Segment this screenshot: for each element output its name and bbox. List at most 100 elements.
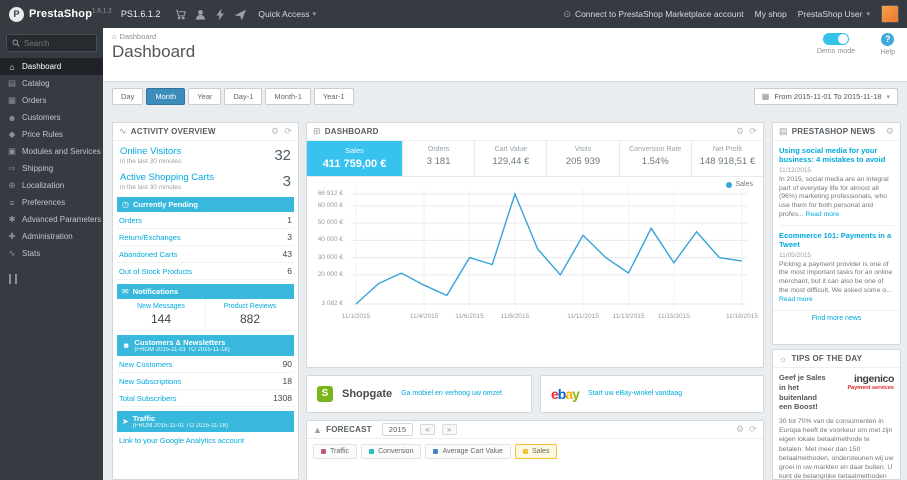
sidebar-item-modules-and-services[interactable]: ▣ Modules and Services bbox=[0, 143, 103, 160]
active-carts-link[interactable]: Active Shopping Carts bbox=[120, 172, 283, 183]
customer-icon[interactable] bbox=[190, 6, 210, 22]
news-article-date: 11/12/2015 bbox=[779, 166, 812, 174]
pending-value: 43 bbox=[282, 249, 292, 259]
marketplace-link[interactable]: ⊙ Connect to PrestaShop Marketplace acco… bbox=[563, 9, 743, 20]
pending-link-abandoned-carts[interactable]: Abandoned Carts bbox=[119, 250, 177, 259]
shop-name-link[interactable]: PS1.6.1.2 bbox=[121, 9, 161, 19]
bolt-icon[interactable] bbox=[210, 6, 230, 22]
sidebar-item-stats[interactable]: ∿ Stats bbox=[0, 245, 103, 262]
pending-link-orders[interactable]: Orders bbox=[119, 216, 142, 225]
gear-icon[interactable]: ⚙ bbox=[736, 126, 744, 137]
tips-content: Geef je Sales in het buitenland een Boos… bbox=[773, 368, 900, 479]
sidebar-item-localization[interactable]: ⊕ Localization bbox=[0, 177, 103, 194]
sidebar-item-dashboard[interactable]: ⌂ Dashboard bbox=[0, 58, 103, 75]
help-icon[interactable]: ? bbox=[881, 33, 895, 46]
forecast-tab-average-cart-value[interactable]: Average Cart Value bbox=[425, 444, 511, 459]
pending-link-out-of-stock-products[interactable]: Out of Stock Products bbox=[119, 267, 192, 276]
sidebar-item-price-rules[interactable]: ◆ Price Rules bbox=[0, 126, 103, 143]
legend-dot-icon bbox=[369, 449, 375, 454]
plane-icon[interactable] bbox=[230, 6, 250, 22]
demo-mode-toggle[interactable] bbox=[822, 33, 849, 45]
refresh-icon[interactable]: ⟳ bbox=[284, 126, 292, 137]
notification-product-reviews[interactable]: Product Reviews 882 bbox=[205, 299, 294, 330]
customers-link-new-subscriptions[interactable]: New Subscriptions bbox=[119, 377, 181, 386]
kpi-orders[interactable]: Orders 3 181 bbox=[403, 141, 476, 176]
sidebar-item-administration[interactable]: ✚ Administration bbox=[0, 228, 103, 245]
read-more-link[interactable]: Read more bbox=[779, 296, 813, 303]
quick-access-menu[interactable]: Quick Access ▾ bbox=[258, 9, 316, 19]
my-shop-link[interactable]: My shop bbox=[755, 9, 787, 19]
filter-month-1[interactable]: Month-1 bbox=[265, 88, 311, 105]
kpi-cart-value[interactable]: Cart Value 129,44 € bbox=[475, 141, 548, 176]
sidebar-item-advanced-parameters[interactable]: ✱ Advanced Parameters bbox=[0, 211, 103, 228]
pending-link-return-exchanges[interactable]: Return/Exchanges bbox=[119, 233, 181, 242]
sidebar-collapse-toggle[interactable] bbox=[9, 274, 17, 284]
demo-mode-label: Demo mode bbox=[816, 48, 855, 55]
y-axis-label: 3 082 € bbox=[321, 300, 343, 307]
online-visitors-link[interactable]: Online Visitors bbox=[120, 146, 274, 157]
sidebar-item-orders[interactable]: ▦ Orders bbox=[0, 92, 103, 109]
pending-row: Out of Stock Products 6 bbox=[117, 263, 294, 280]
user-menu[interactable]: PrestaShop User ▾ bbox=[798, 9, 870, 19]
brand-name: PrestaShop1.6.1.2 bbox=[29, 8, 112, 20]
news-article-title[interactable]: Ecommerce 101: Payments in a Tweet bbox=[779, 231, 894, 250]
find-more-news-link[interactable]: Find more news bbox=[812, 315, 862, 322]
shopgate-promo[interactable]: S Shopgate Ga mobiel en verhoog uw omzet bbox=[306, 375, 532, 413]
customers-link-total-subscribers[interactable]: Total Subscribers bbox=[119, 394, 177, 403]
filter-day[interactable]: Day bbox=[112, 88, 144, 105]
news-article-title[interactable]: Using social media for your business: 4 … bbox=[779, 146, 894, 165]
catalog-icon: ▤ bbox=[7, 78, 17, 88]
ebay-link[interactable]: Start uw eBay-winkel vandaag bbox=[588, 389, 682, 398]
sidebar-item-preferences[interactable]: ≡ Preferences bbox=[0, 194, 103, 211]
shopgate-link[interactable]: Ga mobiel en verhoog uw omzet bbox=[401, 389, 502, 398]
sidebar-item-customers[interactable]: ☻ Customers bbox=[0, 109, 103, 126]
notification-new-messages[interactable]: New Messages 144 bbox=[117, 299, 205, 330]
chart-y-labels: 66 912 € 60 000 € 50 000 € 40 000 € 30 000 €… bbox=[307, 189, 347, 309]
sidebar-item-label: Stats bbox=[22, 249, 41, 258]
news-panel-header: ▤ PRESTASHOP NEWS ⚙ bbox=[773, 123, 900, 141]
sidebar-item-shipping[interactable]: ⇨ Shipping bbox=[0, 160, 103, 177]
gear-icon[interactable]: ⚙ bbox=[271, 126, 279, 137]
legend-dot-icon bbox=[433, 449, 439, 454]
kpi-conversion-rate[interactable]: Conversion Rate 1.54% bbox=[620, 141, 692, 176]
previous-year-button[interactable]: « bbox=[420, 424, 435, 435]
filter-year-1[interactable]: Year-1 bbox=[313, 88, 354, 105]
active-carts-value: 3 bbox=[282, 173, 291, 190]
y-axis-label: 30 000 € bbox=[317, 253, 343, 261]
forecast-tab-conversion[interactable]: Conversion bbox=[361, 444, 422, 459]
filter-day-1[interactable]: Day-1 bbox=[224, 88, 263, 105]
search-input[interactable] bbox=[24, 38, 91, 48]
gear-icon[interactable]: ⚙ bbox=[736, 424, 744, 435]
refresh-icon[interactable]: ⟳ bbox=[749, 126, 757, 137]
sidebar-item-catalog[interactable]: ▤ Catalog bbox=[0, 75, 103, 92]
filter-year[interactable]: Year bbox=[188, 88, 222, 105]
kpi-net-profit[interactable]: Net Profit 148 918,51 € bbox=[692, 141, 763, 176]
activity-overview-panel: ∿ ACTIVITY OVERVIEW ⚙ ⟳ Online Visitors … bbox=[112, 122, 299, 480]
filter-month[interactable]: Month bbox=[146, 88, 186, 105]
google-analytics-link[interactable]: Link to your Google Analytics account bbox=[119, 436, 244, 445]
customers-row: New Subscriptions 18 bbox=[117, 373, 294, 390]
user-avatar[interactable] bbox=[881, 5, 899, 23]
forecast-year-select[interactable]: 2015 bbox=[381, 423, 414, 436]
customers-value: 90 bbox=[282, 359, 292, 369]
date-range-picker[interactable]: ▦ From 2015-11-01 To 2015-11-18 ▾ bbox=[753, 88, 898, 105]
gear-icon[interactable]: ⚙ bbox=[886, 126, 894, 137]
x-axis-label: 11/6/2015 bbox=[455, 313, 484, 320]
ingenico-logo: ingenico Payment services bbox=[847, 373, 895, 391]
cart-icon[interactable] bbox=[170, 6, 190, 22]
marketplace-icon: ⊙ bbox=[563, 8, 571, 19]
forecast-tab-traffic[interactable]: Traffic bbox=[313, 444, 358, 459]
forecast-tabs: Traffic Conversion Average Cart Value Sales bbox=[307, 439, 763, 464]
sales-chart: Sales 66 912 € 60 000 € 50 000 € 40 000 € 30… bbox=[307, 181, 763, 335]
kpi-sales[interactable]: Sales 411 759,00 € bbox=[307, 141, 403, 176]
forecast-tab-sales[interactable]: Sales bbox=[514, 444, 558, 459]
read-more-link[interactable]: Read more bbox=[805, 211, 839, 218]
next-year-button[interactable]: » bbox=[441, 424, 457, 435]
customers-link-new-customers[interactable]: New Customers bbox=[119, 360, 172, 369]
refresh-icon[interactable]: ⟳ bbox=[749, 424, 757, 435]
ebay-promo[interactable]: ebay Start uw eBay-winkel vandaag bbox=[540, 375, 764, 413]
prestashop-logo[interactable]: P PrestaShop1.6.1.2 bbox=[0, 0, 121, 28]
kpi-visits[interactable]: Visits 205 939 bbox=[547, 141, 620, 176]
dashboard-panel: ⊞ DASHBOARD ⚙ ⟳ Sales 411 759,00 € Orders 3… bbox=[306, 122, 764, 368]
activity-panel-header: ∿ ACTIVITY OVERVIEW ⚙ ⟳ bbox=[113, 123, 298, 141]
